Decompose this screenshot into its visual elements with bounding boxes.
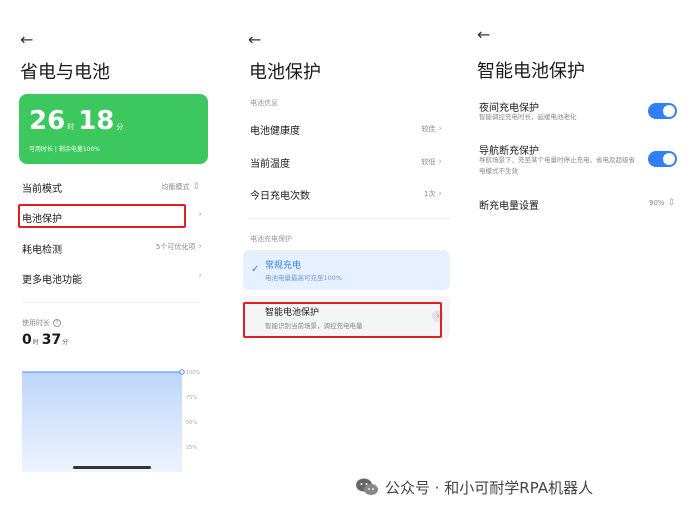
row-charge-count[interactable]: 今日充电次数: [250, 187, 310, 202]
arrow-left-icon[interactable]: ←: [248, 32, 261, 48]
hours-unit: 时: [67, 123, 75, 131]
mode-value: 均衡模式: [161, 183, 190, 191]
chevron-right-icon: ›: [198, 242, 202, 252]
home-indicator: [73, 466, 151, 469]
page-title: 电池保护: [249, 62, 321, 83]
power-check-value: 5个可优化项: [155, 243, 196, 251]
cutoff-label[interactable]: 断充电量设置: [479, 197, 539, 212]
highlight-box: [243, 302, 442, 338]
battery-level-chart: 100% 75% 50% 25%: [22, 369, 201, 472]
item-night-charge-desc: 智能调控充电时长，延缓电池老化: [479, 113, 577, 121]
row-current-mode-value[interactable]: 均衡模式 ⇕: [161, 182, 200, 192]
screen-smart-battery-protection: ← 智能电池保护 夜间充电保护 智能调控充电时长，延缓电池老化 导航断充保护 导…: [465, 0, 691, 480]
nav-charge-toggle[interactable]: [648, 151, 677, 167]
page-title: 智能电池保护: [477, 61, 585, 82]
usage-label: 使用时长 ?: [22, 318, 61, 328]
row-current-mode-label[interactable]: 当前模式: [22, 180, 62, 195]
chevron-right-icon: ›: [438, 157, 442, 167]
updown-icon: ⇕: [667, 198, 676, 208]
updown-icon: ⇕: [192, 182, 200, 192]
help-icon[interactable]: ?: [53, 319, 61, 327]
usage-minutes-unit: 分: [62, 339, 69, 346]
row-current-temp[interactable]: 当前温度: [250, 155, 290, 170]
usage-label-text: 使用时长: [22, 319, 50, 327]
cutoff-value: 90%: [649, 199, 665, 207]
usage-minutes: 37: [41, 332, 62, 348]
cutoff-value-box[interactable]: 90% ⇕: [649, 198, 675, 208]
watermark-text: 公众号 · 和小可耐学RPA机器人: [385, 478, 594, 497]
watermark: 公众号 · 和小可耐学RPA机器人: [355, 475, 593, 499]
option-title: 常规充电: [265, 261, 302, 271]
night-charge-toggle[interactable]: [648, 103, 677, 119]
health-value: 较佳: [421, 125, 436, 133]
chevron-right-icon[interactable]: ›: [198, 210, 202, 220]
axis-label-100: 100%: [186, 370, 201, 376]
hours-value: 26: [29, 106, 66, 136]
battery-time-card: 26 时 18 分 可用时长 | 剩余电量100%: [19, 94, 208, 164]
wechat-icon: [356, 478, 378, 495]
chevron-right-icon[interactable]: ›: [198, 271, 202, 281]
temp-value: 较低: [421, 158, 436, 166]
screen-power-battery: ← 省电与电池 26 时 18 分 可用时长 | 剩余电量100% 当前模式 均…: [0, 0, 220, 480]
page-title: 省电与电池: [20, 62, 110, 83]
minutes-unit: 分: [116, 123, 124, 131]
row-current-temp-value[interactable]: 较低 ›: [421, 157, 442, 167]
screen-battery-protection: ← 电池保护 电池信息 电池健康度 较佳 › 当前温度 较低 › 今日充电次数 …: [230, 0, 460, 480]
chevron-right-icon: ›: [438, 124, 442, 134]
item-nav-charge-desc: 导航场景下，充至某个电量时停止充电，省电及超级省电模式不生效: [479, 156, 635, 175]
chart-point: [179, 369, 185, 375]
row-charge-count-value[interactable]: 1次 ›: [424, 189, 442, 199]
usage-hours-unit: 时: [32, 339, 39, 346]
option-subtitle: 电池电量最高可充至100%: [265, 274, 343, 282]
check-icon: ✓: [251, 264, 260, 275]
row-battery-health[interactable]: 电池健康度: [250, 122, 300, 137]
minutes-value: 18: [78, 106, 115, 136]
row-power-check[interactable]: 耗电检测: [22, 241, 62, 256]
arrow-left-icon[interactable]: ←: [477, 27, 490, 43]
chevron-right-icon: ›: [438, 189, 442, 199]
axis-label-50: 50%: [186, 420, 197, 426]
arrow-left-icon[interactable]: ←: [20, 32, 33, 48]
usage-time: 0 时 37 分: [22, 332, 71, 348]
axis-label-25: 25%: [186, 445, 197, 451]
highlight-box: [18, 204, 186, 228]
row-more-battery[interactable]: 更多电池功能: [22, 271, 82, 286]
usage-hours: 0: [22, 332, 32, 348]
divider: [250, 218, 450, 219]
section-battery-info: 电池信息: [250, 99, 278, 107]
row-power-check-value[interactable]: 5个可优化项 ›: [156, 242, 202, 252]
option-normal-charge[interactable]: ✓ 常规充电 电池电量最高可充至100%: [243, 250, 450, 290]
charge-count-value: 1次: [423, 190, 436, 198]
axis-label-75: 75%: [186, 395, 197, 401]
card-subtitle: 可用时长 | 剩余电量100%: [29, 146, 100, 153]
section-charge-protection: 电池充电保护: [250, 235, 292, 243]
row-battery-health-value[interactable]: 较佳 ›: [421, 124, 442, 134]
divider: [22, 302, 200, 303]
